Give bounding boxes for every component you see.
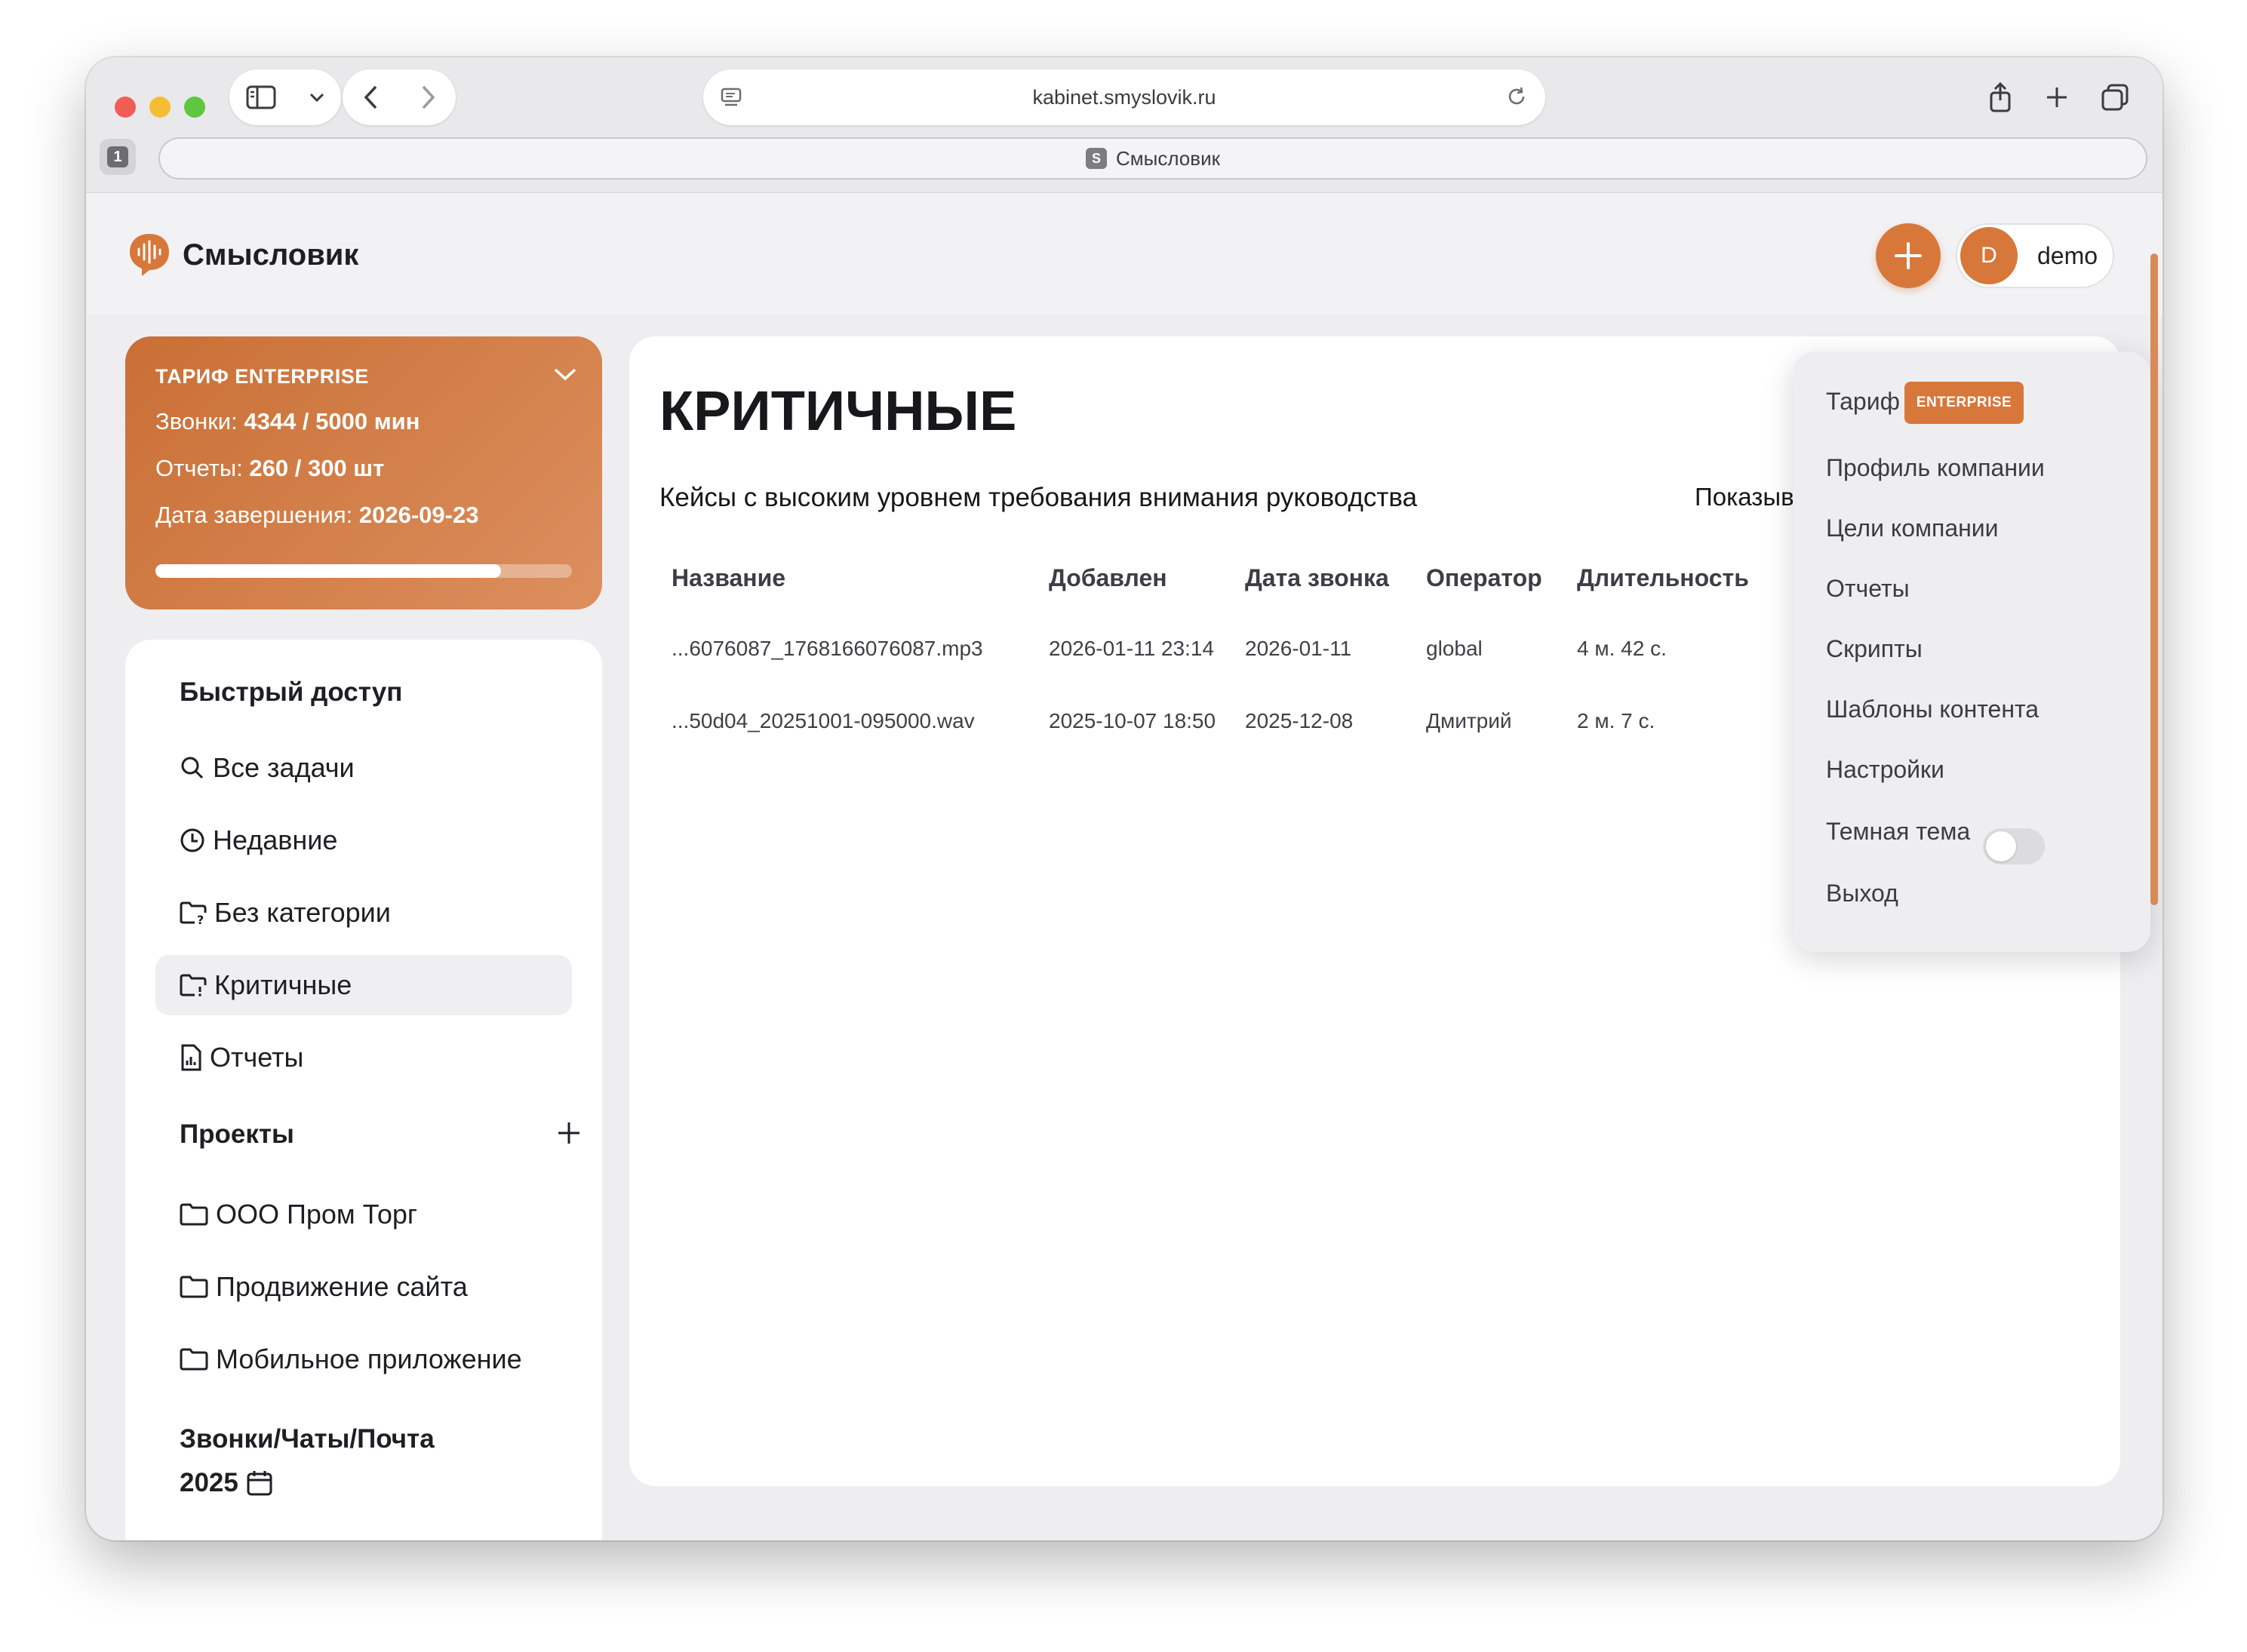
cell-operator: global [1426, 637, 1483, 660]
tariff-calls: Звонки: 4344 / 5000 мин [155, 408, 420, 434]
window-actions [1972, 69, 2144, 125]
browser-window: kabinet.smyslovik.ru 1 S Смысловик Смысл… [86, 57, 2162, 1540]
search-icon [181, 757, 204, 779]
menu-item-content-templates[interactable]: Шаблоны контента [1826, 695, 2039, 723]
back-icon[interactable] [363, 84, 380, 110]
zoom-window-button[interactable] [184, 97, 205, 118]
menu-item-reports[interactable]: Отчеты [1826, 575, 1910, 603]
menu-item-company-profile[interactable]: Профиль компании [1826, 454, 2045, 482]
tariff-end-date: Дата завершения: 2026-09-23 [155, 502, 479, 528]
page-settings-icon[interactable] [720, 86, 742, 109]
url-text: kabinet.smyslovik.ru [1032, 85, 1216, 109]
sidebar-item-project[interactable]: ООО Пром Торг [155, 1184, 572, 1245]
sidebar-item-project[interactable]: Мобильное приложение [155, 1329, 572, 1389]
page-title: КРИТИЧНЫЕ [659, 379, 1017, 442]
chevron-down-icon[interactable] [552, 367, 578, 382]
tab-overview-icon[interactable] [2101, 83, 2129, 112]
menu-item-tariff[interactable]: Тариф [1826, 388, 1900, 416]
cell-call-date: 2026-01-11 [1245, 637, 1352, 660]
show-label: Показыв [1695, 483, 1794, 511]
cell-added: 2025-10-07 18:50 [1049, 709, 1216, 732]
logo-text: Смысловик [183, 238, 359, 272]
page-subtitle: Кейсы с высоким уровнем требования внима… [659, 483, 1418, 512]
plus-icon [1895, 242, 1922, 269]
dark-theme-toggle[interactable] [1983, 828, 2045, 864]
new-tab-icon[interactable] [2044, 84, 2070, 110]
calls-section-title: Звонки/Чаты/Почта [180, 1424, 435, 1454]
report-icon [181, 1044, 201, 1071]
chevron-down-icon [309, 93, 324, 103]
close-window-button[interactable] [115, 97, 136, 118]
tab-group-counter[interactable]: 1 [100, 139, 136, 175]
folder-icon [180, 1276, 208, 1298]
sidebar-item-project[interactable]: Продвижение сайта [155, 1257, 572, 1317]
app-page: Смысловик D demo ТАРИФ ENTERPRISE Звонки… [86, 193, 2162, 1540]
add-button[interactable] [1876, 223, 1941, 288]
svg-text:?: ? [197, 913, 204, 925]
clock-icon [180, 828, 204, 852]
browser-toolbar: kabinet.smyslovik.ru 1 S Смысловик [86, 57, 2162, 193]
user-menu-button[interactable]: D demo [1956, 223, 2114, 288]
cell-name[interactable]: ...50d04_20251001-095000.wav [672, 709, 975, 733]
sidebar-icon [246, 85, 275, 109]
address-bar[interactable]: kabinet.smyslovik.ru [703, 69, 1545, 125]
minimize-window-button[interactable] [149, 97, 171, 118]
column-header-name[interactable]: Название [672, 564, 785, 592]
menu-item-scripts[interactable]: Скрипты [1826, 635, 1923, 663]
sidebar-item-critical[interactable]: Критичные [155, 955, 572, 1015]
sidebar-item-reports[interactable]: Отчеты [155, 1027, 572, 1088]
year-filter[interactable]: 2025 [180, 1468, 273, 1498]
cell-operator: Дмитрий [1426, 709, 1512, 732]
favicon-icon: S [1086, 148, 1107, 169]
tariff-progress-bar [155, 564, 572, 578]
sidebar: Быстрый доступ Все задачи Недавние ? Без… [125, 640, 602, 1540]
quick-access-title: Быстрый доступ [180, 677, 403, 707]
tariff-title: ТАРИФ ENTERPRISE [155, 365, 369, 388]
reload-icon[interactable] [1505, 84, 1529, 109]
cell-duration: 2 м. 7 с. [1577, 709, 1655, 732]
cell-duration: 4 м. 42 с. [1577, 637, 1667, 660]
column-header-call-date[interactable]: Дата звонка [1245, 564, 1389, 592]
folder-icon [180, 1203, 208, 1226]
tab-title: Смысловик [1116, 146, 1220, 170]
sidebar-toggle-button[interactable] [229, 69, 341, 125]
cell-added: 2026-01-11 23:14 [1049, 637, 1214, 660]
tariff-progress-fill [155, 564, 502, 578]
logo-icon [130, 234, 169, 276]
column-header-added[interactable]: Добавлен [1049, 564, 1167, 592]
folder-question-icon: ? [180, 901, 207, 925]
app-logo[interactable]: Смысловик [127, 231, 358, 279]
avatar: D [1960, 227, 2018, 284]
sidebar-item-all-tasks[interactable]: Все задачи [155, 738, 572, 798]
add-project-icon[interactable] [555, 1119, 582, 1147]
forward-icon[interactable] [420, 84, 436, 110]
calendar-icon [247, 1471, 272, 1496]
sidebar-item-uncategorized[interactable]: ? Без категории [155, 883, 572, 943]
share-icon[interactable] [1987, 82, 2013, 112]
sidebar-item-recent[interactable]: Недавние [155, 810, 572, 871]
history-navigation [343, 69, 456, 125]
menu-item-settings[interactable]: Настройки [1826, 756, 1944, 784]
tariff-badge: ENTERPRISE [1904, 382, 2024, 424]
folder-icon [180, 1348, 208, 1371]
menu-item-logout[interactable]: Выход [1826, 880, 1898, 907]
user-name: demo [2037, 241, 2098, 269]
menu-item-company-goals[interactable]: Цели компании [1826, 514, 1999, 542]
column-header-operator[interactable]: Оператор [1426, 564, 1542, 592]
cell-name[interactable]: ...6076087_1768166076087.mp3 [672, 637, 983, 661]
tariff-reports: Отчеты: 260 / 300 шт [155, 455, 385, 481]
column-header-duration[interactable]: Длительность [1577, 564, 1749, 592]
user-dropdown-menu: Тариф ENTERPRISE Профиль компании Цели к… [1793, 352, 2150, 952]
menu-item-dark-theme: Темная тема [1826, 818, 1971, 845]
browser-tab[interactable]: S Смысловик [158, 137, 2147, 180]
page-scrollbar[interactable] [2150, 253, 2158, 905]
cell-call-date: 2025-12-08 [1245, 709, 1354, 732]
tariff-card[interactable]: ТАРИФ ENTERPRISE Звонки: 4344 / 5000 мин… [125, 336, 602, 610]
app-header: Смысловик D demo [86, 193, 2162, 315]
folder-alert-icon [180, 974, 207, 996]
projects-title: Проекты [180, 1119, 294, 1149]
toggle-knob [1986, 831, 2016, 861]
